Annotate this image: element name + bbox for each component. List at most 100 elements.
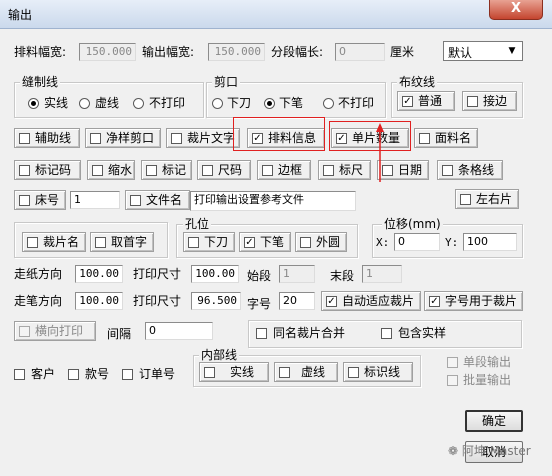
font-for-piece-check[interactable]: ✓ 字号用于裁片	[424, 291, 523, 311]
inner-dashed-check[interactable]: 虚线	[274, 362, 338, 382]
aux-line-checkbox[interactable]	[19, 133, 30, 144]
fabric-name-checkbox[interactable]	[419, 133, 430, 144]
offset-x-field[interactable]: 0	[394, 233, 440, 251]
font-for-piece-label: 字号用于裁片	[445, 294, 518, 308]
head-char-check[interactable]: 取首字	[90, 232, 154, 252]
include-sample-checkbox[interactable]	[381, 328, 392, 339]
stripe-line-checkbox[interactable]	[442, 165, 453, 176]
grain-edge-check[interactable]: 接边	[462, 91, 517, 111]
customer-checkbox[interactable]	[14, 369, 25, 380]
piece-name-check[interactable]: 裁片名	[22, 232, 86, 252]
inner-id-line-checkbox[interactable]	[348, 367, 359, 378]
horizontal-print-check[interactable]: 横向打印	[14, 321, 96, 341]
ok-button[interactable]: 确定	[465, 410, 523, 432]
hole-knife-checkbox[interactable]	[188, 237, 199, 248]
layout-width-field[interactable]: 150.000	[79, 43, 136, 61]
inner-solid-checkbox[interactable]	[204, 367, 215, 378]
auto-fit-checkbox[interactable]: ✓	[326, 296, 337, 307]
grain-edge-checkbox[interactable]	[467, 96, 478, 107]
pen-dir-field[interactable]: 100.00	[75, 292, 123, 310]
watermark: ❁ 阿坤 Master	[448, 442, 538, 460]
net-notch-checkbox[interactable]	[90, 133, 101, 144]
piece-text-checkbox[interactable]	[171, 133, 182, 144]
mark-checkbox[interactable]	[146, 165, 157, 176]
net-notch-check[interactable]: 净样剪口	[85, 128, 161, 148]
end-segment-field[interactable]: 1	[362, 265, 402, 283]
piece-name-checkbox[interactable]	[27, 237, 38, 248]
style-no-checkbox[interactable]	[68, 369, 79, 380]
hole-pen-check[interactable]: ✓ 下笔	[239, 232, 291, 252]
gap-field[interactable]: 0	[145, 322, 213, 340]
sewing-none-radio[interactable]	[133, 98, 144, 109]
close-button[interactable]: X	[489, 0, 543, 20]
sewing-solid-label: 实线	[44, 96, 69, 110]
shrink-check[interactable]: 缩水	[87, 160, 135, 180]
sewing-solid-radio[interactable]	[28, 98, 39, 109]
shrink-checkbox[interactable]	[92, 165, 103, 176]
font-size-field[interactable]: 20	[279, 292, 315, 310]
preset-select[interactable]: 默认 ▼	[443, 41, 523, 61]
pen-print-size-label: 打印尺寸	[133, 294, 182, 308]
hole-outer-checkbox[interactable]	[300, 237, 311, 248]
grain-normal-check[interactable]: ✓ 普通	[397, 91, 455, 111]
font-for-piece-checkbox[interactable]: ✓	[429, 296, 440, 307]
bed-no-check[interactable]: 床号	[14, 190, 66, 210]
stripe-line-check[interactable]: 条格线	[437, 160, 503, 180]
mark-code-checkbox[interactable]	[19, 165, 30, 176]
left-right-checkbox[interactable]	[460, 194, 471, 205]
notch-pen-radio[interactable]	[264, 98, 275, 109]
start-segment-field[interactable]: 1	[279, 265, 315, 283]
pen-dir-label: 走笔方向	[14, 294, 63, 308]
inner-id-line-check[interactable]: 标识线	[343, 362, 413, 382]
offset-y-field[interactable]: 100	[463, 233, 517, 251]
mark-code-label: 标记码	[35, 163, 72, 177]
segment-length-field[interactable]: 0	[335, 43, 385, 61]
left-right-check[interactable]: 左右片	[455, 189, 519, 209]
single-output-checkbox[interactable]	[447, 357, 458, 368]
paper-dir-label: 走纸方向	[14, 267, 63, 281]
inner-dashed-checkbox[interactable]	[279, 367, 290, 378]
inner-solid-check[interactable]: 实线	[199, 362, 269, 382]
horizontal-print-checkbox[interactable]	[19, 326, 30, 337]
left-right-label: 左右片	[476, 192, 513, 206]
head-char-checkbox[interactable]	[95, 237, 106, 248]
sewing-dashed-radio[interactable]	[79, 98, 90, 109]
order-no-checkbox[interactable]	[122, 369, 133, 380]
end-segment-label: 末段	[330, 269, 355, 283]
font-size-label: 字号	[247, 297, 272, 311]
notch-none-radio[interactable]	[323, 98, 334, 109]
filename-field[interactable]: 打印输出设置参考文件	[190, 191, 356, 211]
filename-check[interactable]: 文件名	[125, 190, 190, 210]
paper-print-size-field[interactable]: 100.00	[191, 265, 239, 283]
mark-code-check[interactable]: 标记码	[14, 160, 81, 180]
paper-dir-field[interactable]: 100.00	[75, 265, 123, 283]
filename-checkbox[interactable]	[130, 195, 141, 206]
grain-normal-checkbox[interactable]: ✓	[402, 96, 413, 107]
hole-knife-check[interactable]: 下刀	[183, 232, 235, 252]
chevron-down-icon[interactable]: ▼	[505, 43, 519, 59]
pen-print-size-field[interactable]: 96.500	[191, 292, 241, 310]
bed-no-field[interactable]: 1	[70, 191, 120, 209]
batch-output-checkbox[interactable]	[447, 375, 458, 386]
ruler-checkbox[interactable]	[323, 165, 334, 176]
hole-pen-checkbox[interactable]: ✓	[244, 237, 255, 248]
hole-pen-label: 下笔	[260, 235, 285, 249]
aux-line-check[interactable]: 辅助线	[14, 128, 80, 148]
size-checkbox[interactable]	[202, 165, 213, 176]
border-checkbox[interactable]	[262, 165, 273, 176]
bed-no-checkbox[interactable]	[19, 195, 30, 206]
hole-outer-check[interactable]: 外圆	[295, 232, 347, 252]
inner-line-title: 内部线	[199, 348, 240, 362]
title-bar: 输出 X	[0, 0, 552, 29]
mark-check[interactable]: 标记	[141, 160, 192, 180]
notch-knife-radio[interactable]	[212, 98, 223, 109]
piece-text-check[interactable]: 裁片文字	[166, 128, 240, 148]
size-check[interactable]: 尺码	[197, 160, 251, 180]
shrink-label: 缩水	[108, 163, 133, 177]
border-check[interactable]: 边框	[257, 160, 311, 180]
output-width-field[interactable]: 150.000	[208, 43, 265, 61]
auto-fit-check[interactable]: ✓ 自动适应裁片	[321, 291, 421, 311]
merge-same-name-checkbox[interactable]	[256, 328, 267, 339]
fabric-name-check[interactable]: 面料名	[414, 128, 478, 148]
ruler-check[interactable]: 标尺	[318, 160, 371, 180]
